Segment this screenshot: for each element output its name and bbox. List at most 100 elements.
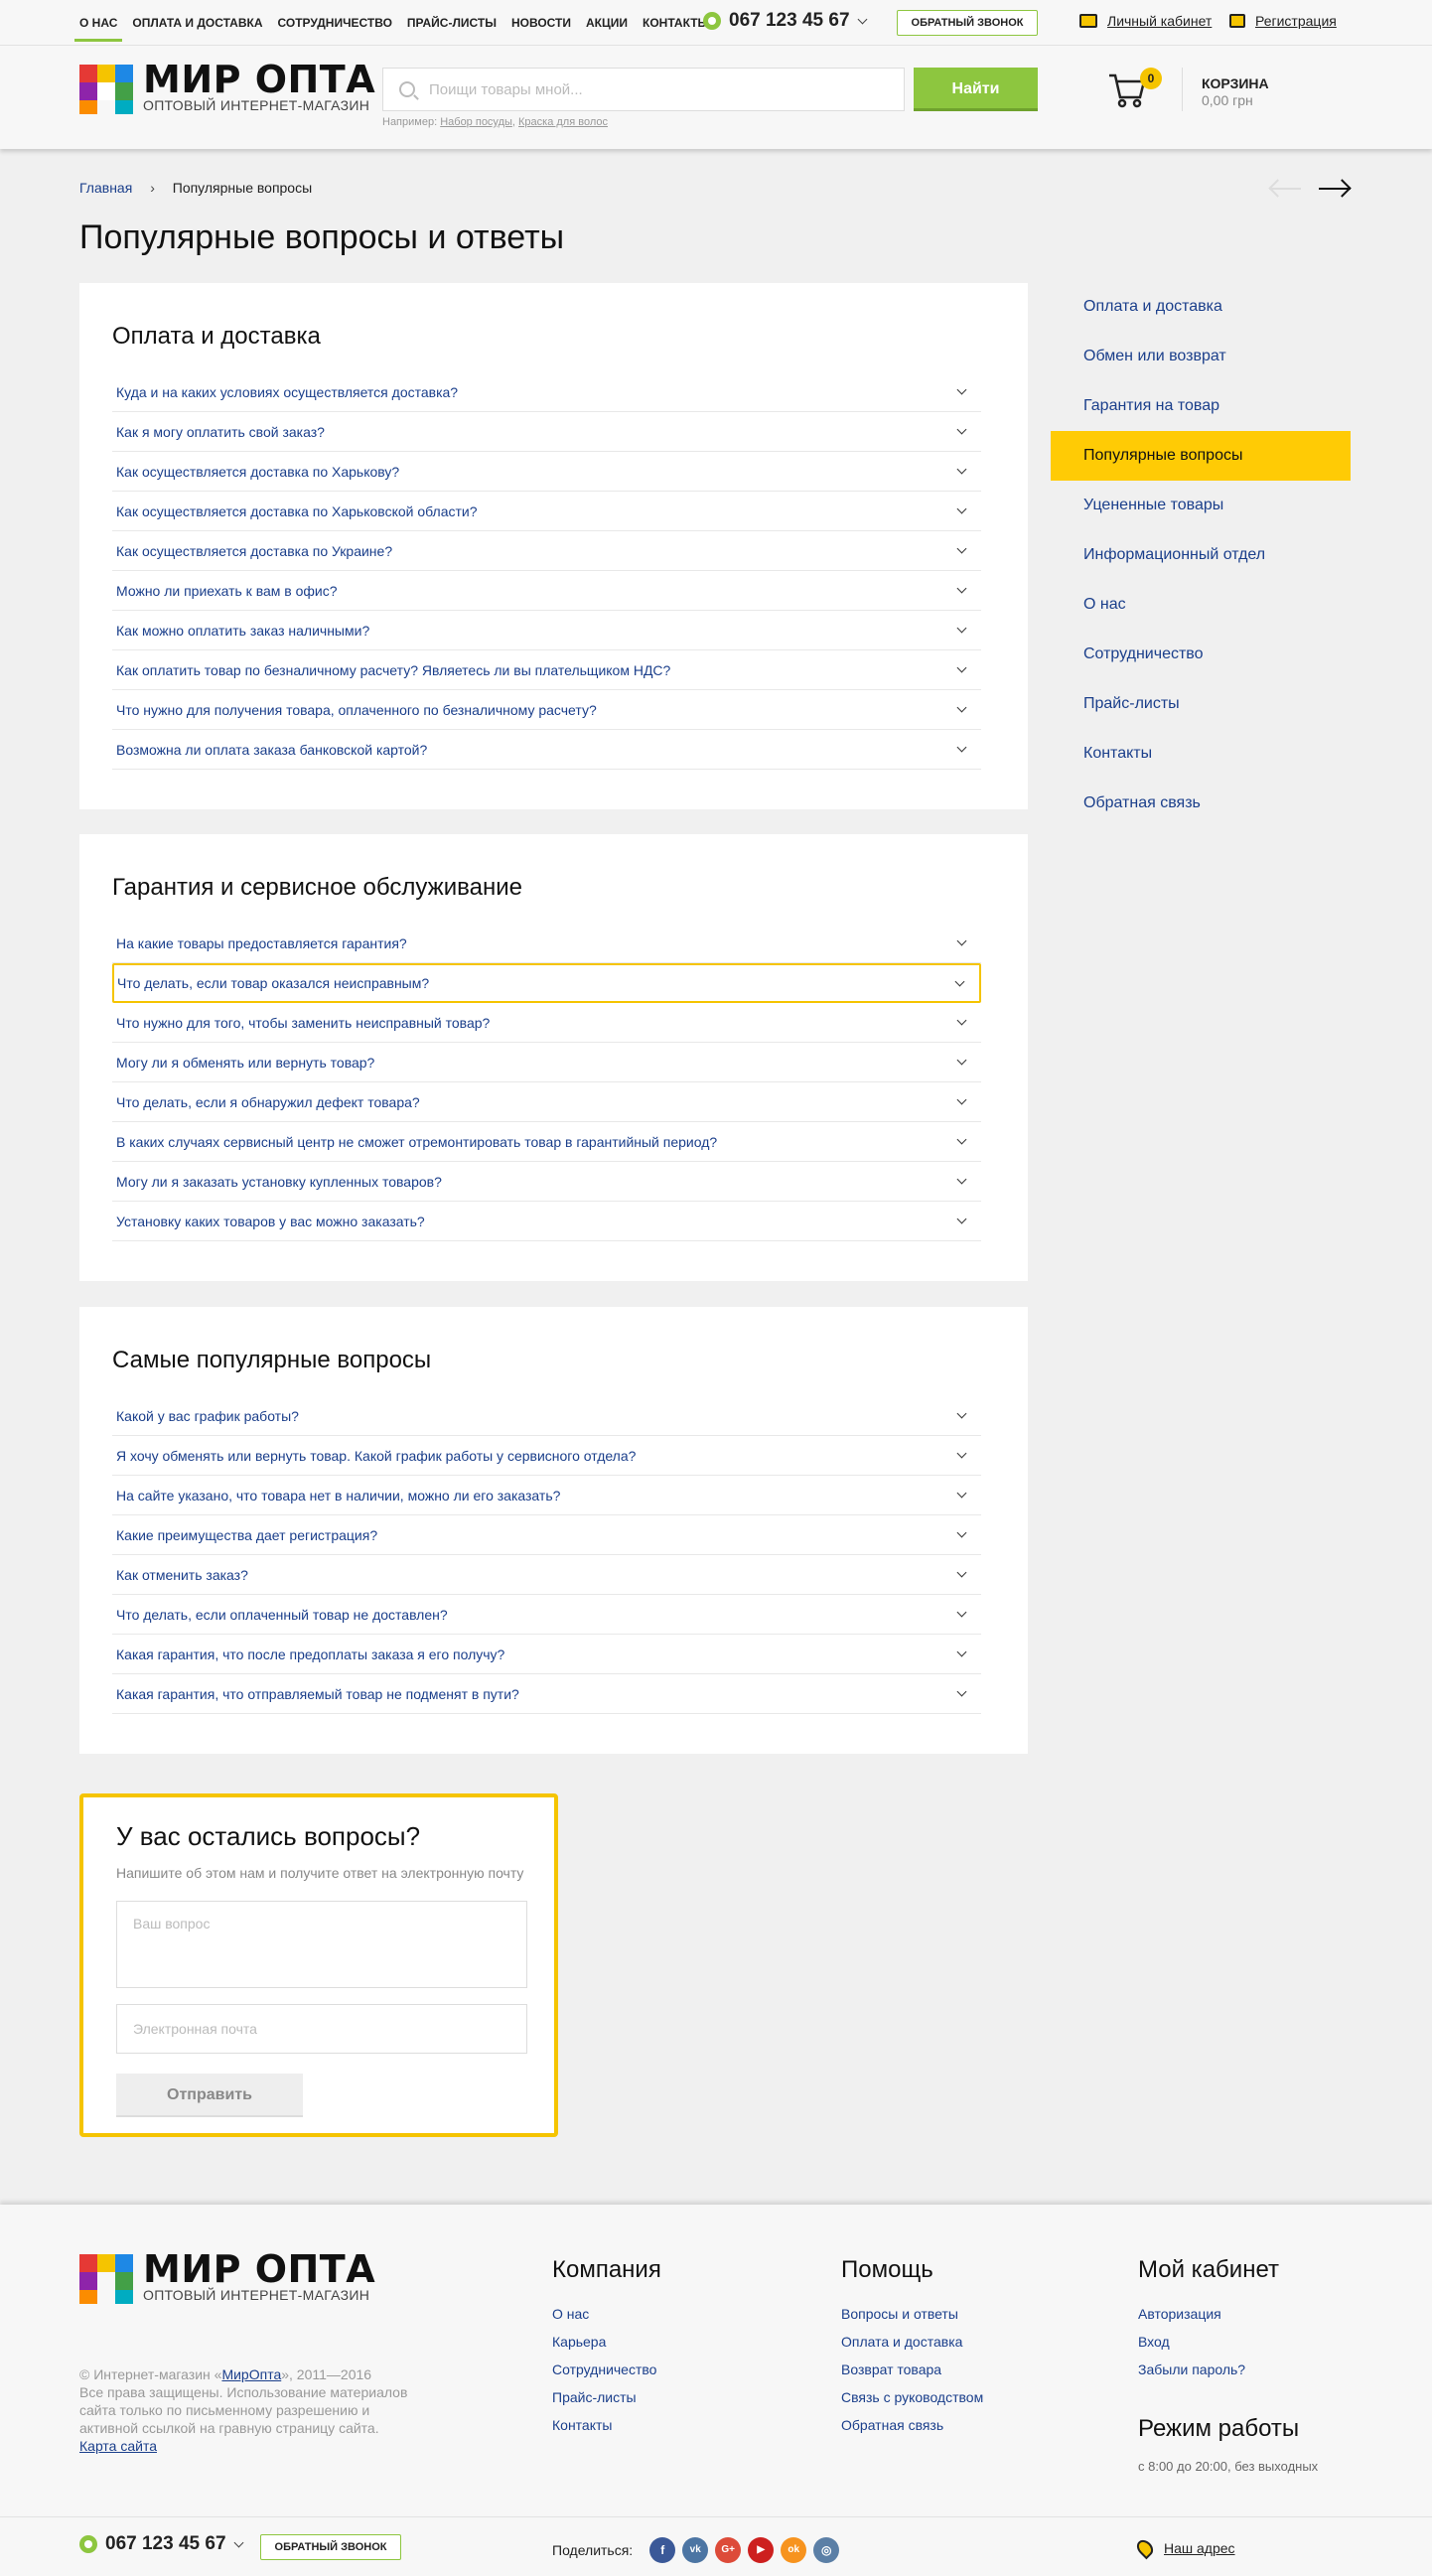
- faq-question[interactable]: Возможна ли оплата заказа банковской кар…: [112, 730, 981, 770]
- faq-question[interactable]: Что делать, если оплаченный товар не дос…: [112, 1595, 981, 1635]
- prev-arrow-icon[interactable]: [1268, 179, 1301, 199]
- faq-question-focused[interactable]: Что делать, если товар оказался неисправ…: [112, 963, 981, 1003]
- topnav-promotions[interactable]: АКЦИИ: [586, 0, 628, 46]
- topnav-news[interactable]: НОВОСТИ: [511, 0, 571, 46]
- search-input[interactable]: [429, 80, 886, 98]
- footer-link[interactable]: Связь с руководством: [841, 2389, 983, 2405]
- search-button[interactable]: Найти: [914, 68, 1038, 111]
- question-text: Что нужно для получения товара, оплаченн…: [116, 701, 597, 718]
- side-item-discounted[interactable]: Уцененные товары: [1051, 481, 1351, 530]
- faq-question[interactable]: Что нужно для получения товара, оплаченн…: [112, 690, 981, 730]
- sitemap-link[interactable]: Карта сайта: [79, 2438, 157, 2454]
- google-plus-icon[interactable]: G+: [715, 2537, 742, 2563]
- faq-question[interactable]: Установку каких товаров у вас можно зака…: [112, 1202, 981, 1241]
- topnav-payment-delivery[interactable]: ОПЛАТА И ДОСТАВКА: [132, 0, 262, 46]
- faq-question[interactable]: Какой у вас график работы?: [112, 1396, 981, 1436]
- footer-link[interactable]: Прайс-листы: [552, 2389, 661, 2405]
- phone-icon: [703, 12, 721, 30]
- topnav-price-lists[interactable]: ПРАЙС-ЛИСТЫ: [407, 0, 497, 46]
- faq-question[interactable]: Как оплатить товар по безналичному расче…: [112, 650, 981, 690]
- odnoklassniki-icon[interactable]: ok: [781, 2537, 807, 2563]
- faq-question[interactable]: Могу ли я заказать установку купленных т…: [112, 1162, 981, 1202]
- search-hint: Например: Набор посуды, Краска для волос: [382, 116, 608, 128]
- footer-link[interactable]: О нас: [552, 2306, 661, 2322]
- footer-link[interactable]: Оплата и доставка: [841, 2334, 983, 2350]
- question-text: Как осуществляется доставка по Харькову?: [116, 463, 400, 480]
- chevron-down-icon: [954, 976, 965, 986]
- footer-phone-dropdown[interactable]: 067 123 45 67: [79, 2533, 243, 2555]
- register-link[interactable]: Регистрация: [1229, 13, 1337, 29]
- faq-question[interactable]: Куда и на каких условиях осуществляется …: [112, 372, 981, 412]
- topnav-contacts[interactable]: КОНТАКТЫ: [643, 0, 709, 46]
- faq-question[interactable]: В каких случаях сервисный центр не сможе…: [112, 1122, 981, 1162]
- faq-question[interactable]: Что нужно для того, чтобы заменить неисп…: [112, 1003, 981, 1043]
- faq-question[interactable]: Как я могу оплатить свой заказ?: [112, 412, 981, 452]
- question-text: Как осуществляется доставка по Харьковск…: [116, 502, 478, 519]
- footer-link[interactable]: Забыли пароль?: [1138, 2361, 1279, 2377]
- chevron-down-icon: [956, 1094, 967, 1105]
- side-item-info-dept[interactable]: Информационный отдел: [1051, 530, 1351, 580]
- faq-question[interactable]: Как осуществляется доставка по Харькову?: [112, 452, 981, 492]
- question-text: Могу ли я заказать установку купленных т…: [116, 1173, 442, 1190]
- footer-callback-button[interactable]: ОБРАТНЫЙ ЗВОНОК: [260, 2534, 401, 2560]
- cart[interactable]: 0 КОРЗИНА 0,00 грн: [1107, 66, 1306, 115]
- faq-question[interactable]: На сайте указано, что товара нет в налич…: [112, 1476, 981, 1515]
- faq-question[interactable]: Как отменить заказ?: [112, 1555, 981, 1595]
- faq-question[interactable]: Могу ли я обменять или вернуть товар?: [112, 1043, 981, 1082]
- faq-question[interactable]: Как осуществляется доставка по Харьковск…: [112, 492, 981, 531]
- callback-button[interactable]: ОБРАТНЫЙ ЗВОНОК: [897, 10, 1038, 36]
- briefcase-icon: [1079, 14, 1097, 28]
- footer-logo[interactable]: МИР ОПТА ОПТОВЫЙ ИНТЕРНЕТ-МАГАЗИН: [79, 2250, 375, 2304]
- footer-link[interactable]: Контакты: [552, 2417, 661, 2433]
- hint-link-hair-dye[interactable]: Краска для волос: [518, 116, 608, 128]
- send-button[interactable]: Отправить: [116, 2074, 303, 2117]
- account-link[interactable]: Личный кабинет: [1079, 13, 1212, 29]
- faq-question[interactable]: Я хочу обменять или вернуть товар. Какой…: [112, 1436, 981, 1476]
- footer-link[interactable]: Сотрудничество: [552, 2361, 661, 2377]
- next-arrow-icon[interactable]: [1319, 179, 1352, 199]
- footer-link[interactable]: Карьера: [552, 2334, 661, 2350]
- side-item-warranty[interactable]: Гарантия на товар: [1051, 381, 1351, 431]
- site-logo[interactable]: МИР ОПТА ОПТОВЫЙ ИНТЕРНЕТ-МАГАЗИН: [79, 61, 375, 114]
- footer-cabinet: Мой кабинет Авторизация Вход Забыли паро…: [1138, 2256, 1279, 2389]
- side-item-feedback[interactable]: Обратная связь: [1051, 779, 1351, 828]
- question-textarea[interactable]: [116, 1901, 527, 1988]
- section-title: Самые популярные вопросы: [112, 1347, 432, 1373]
- breadcrumb-home[interactable]: Главная: [79, 180, 132, 196]
- topnav-about[interactable]: О НАС: [73, 0, 123, 46]
- youtube-icon[interactable]: ▶: [748, 2537, 775, 2563]
- side-item-contacts[interactable]: Контакты: [1051, 729, 1351, 779]
- faq-question[interactable]: Какая гарантия, что после предоплаты зак…: [112, 1635, 981, 1674]
- faq-question[interactable]: Что делать, если я обнаружил дефект това…: [112, 1082, 981, 1122]
- address-link[interactable]: Наш адрес: [1133, 2536, 1235, 2560]
- footer-link[interactable]: Возврат товара: [841, 2361, 983, 2377]
- copyright-brand-link[interactable]: МирОпта: [221, 2366, 281, 2382]
- chevron-down-icon: [956, 702, 967, 713]
- side-item-exchange-return[interactable]: Обмен или возврат: [1051, 332, 1351, 381]
- address-label: Наш адрес: [1164, 2540, 1235, 2556]
- faq-question[interactable]: Какие преимущества дает регистрация?: [112, 1515, 981, 1555]
- footer-link[interactable]: Обратная связь: [841, 2417, 983, 2433]
- hint-link-dishes[interactable]: Набор посуды: [440, 116, 512, 128]
- side-item-price-lists[interactable]: Прайс-листы: [1051, 679, 1351, 729]
- topnav-cooperation[interactable]: СОТРУДНИЧЕСТВО: [278, 0, 392, 46]
- side-item-popular-questions[interactable]: Популярные вопросы: [1051, 431, 1351, 481]
- side-item-cooperation[interactable]: Сотрудничество: [1051, 630, 1351, 679]
- faq-question[interactable]: На какие товары предоставляется гарантия…: [112, 924, 981, 963]
- vk-icon[interactable]: vk: [682, 2537, 709, 2563]
- footer-link[interactable]: Вопросы и ответы: [841, 2306, 983, 2322]
- faq-question[interactable]: Как осуществляется доставка по Украине?: [112, 531, 981, 571]
- faq-question[interactable]: Как можно оплатить заказ наличными?: [112, 611, 981, 650]
- phone-dropdown[interactable]: 067 123 45 67: [703, 10, 867, 32]
- faq-question[interactable]: Можно ли приехать к вам в офис?: [112, 571, 981, 611]
- chevron-down-icon: [956, 464, 967, 475]
- email-field[interactable]: [116, 2004, 527, 2054]
- side-item-about[interactable]: О нас: [1051, 580, 1351, 630]
- instagram-icon[interactable]: ◎: [813, 2537, 840, 2563]
- side-item-payment-delivery[interactable]: Оплата и доставка: [1051, 282, 1351, 332]
- footer-link[interactable]: Авторизация: [1138, 2306, 1279, 2322]
- faq-question[interactable]: Какая гарантия, что отправляемый товар н…: [112, 1674, 981, 1714]
- facebook-icon[interactable]: f: [649, 2537, 676, 2563]
- footer-link[interactable]: Вход: [1138, 2334, 1279, 2350]
- phone-icon: [79, 2535, 97, 2553]
